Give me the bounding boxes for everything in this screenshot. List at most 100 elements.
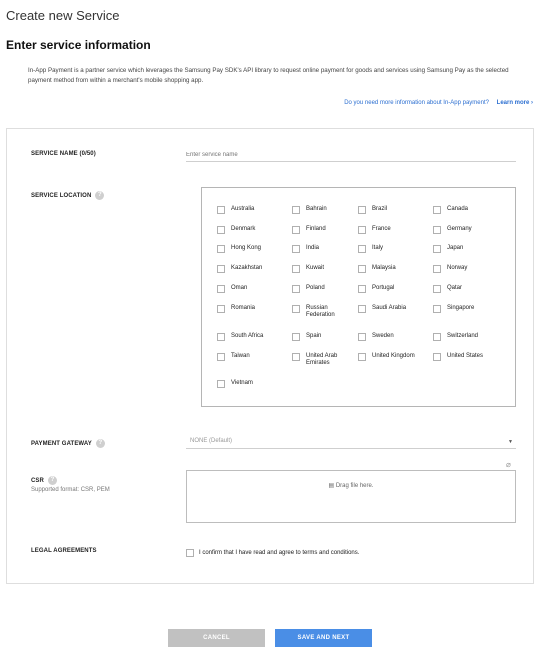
country-option[interactable]: Romania — [217, 305, 279, 313]
country-label: Russian Federation — [306, 305, 335, 318]
drop-text: Drag file here. — [335, 483, 374, 489]
country-checkbox[interactable] — [292, 333, 300, 341]
legal-agreements-label: LEGAL AGREEMENTS — [31, 548, 97, 554]
service-name-input[interactable] — [186, 148, 516, 162]
country-checkbox[interactable] — [217, 285, 225, 293]
country-option[interactable]: Oman — [217, 285, 279, 293]
country-checkbox[interactable] — [358, 265, 366, 273]
country-option[interactable]: Kazakhstan — [217, 265, 279, 273]
country-checkbox[interactable] — [217, 265, 225, 273]
country-option[interactable]: Canada — [433, 206, 495, 214]
country-checkbox[interactable] — [217, 206, 225, 214]
section-title: Enter service information — [6, 38, 151, 52]
country-checkbox[interactable] — [433, 353, 441, 361]
country-label: Denmark — [231, 226, 256, 232]
country-label: Hong Kong — [231, 245, 262, 251]
country-label: Sweden — [372, 333, 394, 339]
help-icon[interactable]: ? — [95, 191, 105, 200]
legal-text: I confirm that I have read and agree to … — [199, 550, 360, 556]
country-checkbox[interactable] — [433, 206, 441, 214]
country-option[interactable]: Norway — [433, 265, 495, 273]
country-option[interactable]: Kuwait — [292, 265, 354, 273]
country-option[interactable]: Portugal — [358, 285, 420, 293]
country-checkbox[interactable] — [433, 333, 441, 341]
payment-gateway-text: PAYMENT GATEWAY — [31, 441, 92, 448]
country-option[interactable]: Poland — [292, 285, 354, 293]
country-option[interactable]: Switzerland — [433, 333, 495, 341]
country-label: United Kingdom — [372, 353, 415, 359]
country-option[interactable]: South Africa — [217, 333, 279, 341]
country-option[interactable]: Australia — [217, 206, 279, 214]
country-checkbox[interactable] — [358, 245, 366, 253]
payment-gateway-value: NONE (Default) — [190, 438, 233, 444]
country-option[interactable]: Bahrain — [292, 206, 354, 214]
learn-more-link[interactable]: Learn more › — [497, 100, 533, 106]
country-option[interactable]: Russian Federation — [292, 305, 354, 319]
country-option[interactable]: Denmark — [217, 226, 279, 234]
country-option[interactable]: India — [292, 245, 354, 253]
country-checkbox[interactable] — [292, 265, 300, 273]
help-icon[interactable]: ? — [95, 439, 105, 448]
country-option[interactable]: France — [358, 226, 420, 234]
country-option[interactable]: Japan — [433, 245, 495, 253]
country-label: India — [306, 245, 320, 251]
country-option[interactable]: Italy — [358, 245, 420, 253]
country-option[interactable]: Hong Kong — [217, 245, 279, 253]
country-label: Switzerland — [447, 333, 479, 339]
country-checkbox[interactable] — [433, 285, 441, 293]
country-checkbox[interactable] — [292, 353, 300, 361]
country-option[interactable]: Germany — [433, 226, 495, 234]
country-checkbox[interactable] — [217, 245, 225, 253]
country-label: Spain — [306, 333, 322, 339]
country-checkbox[interactable] — [358, 206, 366, 214]
country-label: Germany — [447, 226, 472, 232]
page-title: Create new Service — [6, 8, 120, 23]
country-checkbox[interactable] — [292, 226, 300, 234]
country-checkbox[interactable] — [217, 333, 225, 341]
country-checkbox[interactable] — [217, 305, 225, 313]
csr-dropzone[interactable]: ▤ Drag file here. — [186, 470, 516, 523]
save-and-next-button[interactable]: SAVE AND NEXT — [275, 629, 372, 647]
country-option[interactable]: Finland — [292, 226, 354, 234]
country-option[interactable]: United Arab Emirates — [292, 353, 354, 367]
country-option[interactable]: United States — [433, 353, 495, 361]
country-checkbox[interactable] — [217, 380, 225, 388]
country-option[interactable]: Spain — [292, 333, 354, 341]
country-checkbox[interactable] — [217, 353, 225, 361]
attach-icon[interactable]: ⌀ — [506, 460, 511, 469]
payment-gateway-select[interactable]: NONE (Default) ▼ — [186, 436, 516, 449]
country-option[interactable]: Taiwan — [217, 353, 279, 361]
country-option[interactable]: Saudi Arabia — [358, 305, 420, 313]
cancel-button[interactable]: CANCEL — [168, 629, 265, 647]
country-checkbox[interactable] — [358, 353, 366, 361]
country-checkbox[interactable] — [358, 285, 366, 293]
country-label: Norway — [447, 265, 468, 271]
country-option[interactable]: Sweden — [358, 333, 420, 341]
country-option[interactable]: Brazil — [358, 206, 420, 214]
legal-checkbox[interactable] — [186, 549, 194, 557]
country-checkbox[interactable] — [433, 265, 441, 273]
country-option[interactable]: Qatar — [433, 285, 495, 293]
help-icon[interactable]: ? — [47, 476, 57, 485]
country-checkbox[interactable] — [217, 226, 225, 234]
country-checkbox[interactable] — [292, 305, 300, 313]
country-option[interactable]: Singapore — [433, 305, 495, 313]
country-checkbox[interactable] — [292, 206, 300, 214]
country-option[interactable]: United Kingdom — [358, 353, 420, 361]
country-label: Taiwan — [231, 353, 250, 359]
csr-label: CSR? — [31, 476, 57, 485]
country-checkbox[interactable] — [358, 333, 366, 341]
country-checkbox[interactable] — [433, 305, 441, 313]
country-label: Malaysia — [372, 265, 396, 271]
country-checkbox[interactable] — [433, 226, 441, 234]
more-info-question: Do you need more information about In-Ap… — [344, 100, 489, 106]
country-option[interactable]: Vietnam — [217, 380, 279, 388]
country-checkbox[interactable] — [358, 305, 366, 313]
country-checkbox[interactable] — [433, 245, 441, 253]
country-label: Finland — [306, 226, 326, 232]
country-checkbox[interactable] — [292, 285, 300, 293]
country-checkbox[interactable] — [358, 226, 366, 234]
country-option[interactable]: Malaysia — [358, 265, 420, 273]
country-checkbox[interactable] — [292, 245, 300, 253]
service-location-text: SERVICE LOCATION — [31, 193, 92, 200]
